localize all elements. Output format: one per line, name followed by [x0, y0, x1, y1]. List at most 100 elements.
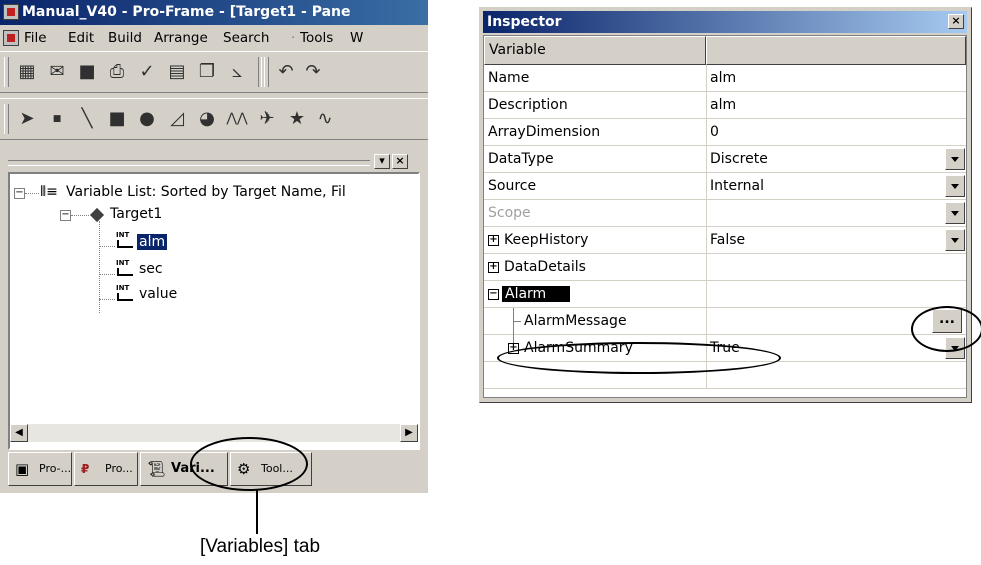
- keephistory-dropdown-button[interactable]: [945, 229, 965, 251]
- print-icon[interactable]: ⎙: [106, 61, 128, 83]
- open-icon[interactable]: ✉: [46, 61, 68, 83]
- property-row-alarmmessage[interactable]: AlarmMessage ...: [484, 308, 966, 335]
- expand-icon[interactable]: +: [488, 235, 499, 246]
- tree-variable-alm[interactable]: alm: [137, 234, 168, 250]
- scroll-right-button[interactable]: ▶: [400, 424, 418, 442]
- target-collapse-toggle[interactable]: −: [60, 210, 71, 221]
- toolbar-separator: [258, 57, 262, 87]
- toolbar-grip-3[interactable]: [4, 104, 9, 134]
- check-icon[interactable]: ✓: [136, 61, 158, 83]
- tree-target-label[interactable]: Target1: [110, 206, 162, 222]
- menu-arrange[interactable]: Arrange: [154, 30, 208, 46]
- property-row-keephistory[interactable]: + KeepHistory False: [484, 227, 966, 254]
- system-menu-icon[interactable]: [3, 30, 19, 46]
- redo-icon[interactable]: ↷: [302, 61, 324, 83]
- pane-header: ▾ ×: [8, 152, 420, 172]
- int-variable-icon: INT: [116, 285, 134, 301]
- build-icon[interactable]: ▦: [16, 61, 38, 83]
- polygon-icon[interactable]: ◿: [166, 108, 188, 130]
- property-row-alarm[interactable]: − Alarm: [484, 281, 966, 308]
- property-name: KeepHistory: [504, 232, 589, 248]
- line-icon[interactable]: ╲: [76, 108, 98, 130]
- property-grid[interactable]: Variable Name alm Description alm ArrayD…: [483, 35, 967, 398]
- property-name: Name: [488, 70, 530, 86]
- menu-build[interactable]: Build: [108, 30, 142, 46]
- property-row-datadetails[interactable]: + DataDetails: [484, 254, 966, 281]
- pointer-icon[interactable]: ➤: [16, 108, 38, 130]
- property-value[interactable]: alm: [710, 70, 736, 86]
- root-collapse-toggle[interactable]: −: [14, 188, 25, 199]
- tab-proframe[interactable]: ₽ Pro...: [74, 452, 138, 486]
- variable-tree[interactable]: − ⦀≡ Variable List: Sorted by Target Nam…: [8, 172, 420, 450]
- copy-icon[interactable]: ❐: [196, 61, 218, 83]
- point-icon[interactable]: ■: [46, 108, 68, 130]
- project-icon: ▣: [15, 460, 30, 478]
- chart-icon[interactable]: ⦣: [226, 61, 248, 83]
- undo-icon[interactable]: ↶: [275, 61, 297, 83]
- property-value[interactable]: 0: [710, 124, 719, 140]
- variable-list-icon: ⦀≡: [40, 184, 58, 200]
- polyline-icon[interactable]: ⋀⋀: [226, 108, 248, 130]
- tree-root-label[interactable]: Variable List: Sorted by Target Name, Fi…: [66, 184, 346, 200]
- scope-dropdown-button[interactable]: [945, 202, 965, 224]
- standard-toolbar: ▦ ✉ ■ ⎙ ✓ ▤ ❐ ⦣ ↶ ↷: [0, 51, 428, 93]
- pane-close-button[interactable]: ×: [392, 154, 408, 169]
- star-icon[interactable]: ★: [286, 108, 308, 130]
- property-value[interactable]: alm: [710, 97, 736, 113]
- window-title: Manual_V40 - Pro-Frame - [Target1 - Pane: [22, 4, 351, 20]
- title-bar[interactable]: Manual_V40 - Pro-Frame - [Target1 - Pane: [0, 0, 428, 25]
- tree-connector: [25, 193, 39, 194]
- property-row-scope[interactable]: Scope: [484, 200, 966, 227]
- menu-search[interactable]: Search: [223, 30, 269, 46]
- close-icon[interactable]: ×: [948, 14, 964, 29]
- datatype-dropdown-button[interactable]: [945, 148, 965, 170]
- menu-window[interactable]: W: [350, 30, 363, 46]
- menu-file[interactable]: File: [24, 30, 47, 46]
- tree-variable-sec[interactable]: sec: [139, 261, 163, 277]
- column-divider: [706, 281, 707, 308]
- source-dropdown-button[interactable]: [945, 175, 965, 197]
- property-name: Source: [488, 178, 537, 194]
- tab-project[interactable]: ▣ Pro-...: [8, 452, 72, 486]
- proframe-icon: ₽: [81, 462, 90, 476]
- ellipse-icon[interactable]: ●: [136, 108, 158, 130]
- scroll-left-button[interactable]: ◀: [10, 424, 28, 442]
- pane-grip[interactable]: [8, 160, 370, 166]
- property-row-arraydimension[interactable]: ArrayDimension 0: [484, 119, 966, 146]
- horizontal-scrollbar[interactable]: ◀ ▶: [10, 424, 418, 442]
- inspector-title: Inspector: [487, 14, 562, 30]
- column-divider: [706, 227, 707, 254]
- property-value[interactable]: False: [710, 232, 745, 248]
- ide-window: Manual_V40 - Pro-Frame - [Target1 - Pane…: [0, 0, 428, 493]
- property-row-name[interactable]: Name alm: [484, 65, 966, 92]
- expand-icon[interactable]: +: [488, 262, 499, 273]
- property-value[interactable]: Internal: [710, 178, 764, 194]
- menu-edit[interactable]: Edit: [68, 30, 94, 46]
- property-name: Description: [488, 97, 568, 113]
- header-value[interactable]: [706, 36, 966, 65]
- pie-icon[interactable]: ◕: [196, 108, 218, 130]
- calendar-icon[interactable]: ▤: [166, 61, 188, 83]
- freehand-icon[interactable]: ✈: [256, 108, 278, 130]
- tree-connector: [71, 215, 89, 216]
- collapse-icon[interactable]: −: [488, 289, 499, 300]
- save-icon[interactable]: ■: [76, 61, 98, 83]
- tree-connector: [99, 299, 115, 300]
- toolbar-grip[interactable]: [4, 57, 9, 87]
- column-divider: [706, 92, 707, 119]
- property-row-datatype[interactable]: DataType Discrete: [484, 146, 966, 173]
- tree-connector: [99, 274, 115, 275]
- property-value[interactable]: Discrete: [710, 151, 768, 167]
- ellipsis-button-highlight: [911, 306, 981, 352]
- inspector-title-bar[interactable]: Inspector ×: [483, 11, 967, 33]
- pane-dropdown-button[interactable]: ▾: [374, 154, 390, 169]
- property-name: DataDetails: [504, 259, 586, 275]
- property-row-source[interactable]: Source Internal: [484, 173, 966, 200]
- header-variable[interactable]: Variable: [484, 36, 706, 65]
- bezier-icon[interactable]: ∿: [314, 108, 336, 130]
- rectangle-icon[interactable]: ■: [106, 108, 128, 130]
- menu-tools[interactable]: Tools: [300, 30, 333, 46]
- tree-variable-value[interactable]: value: [139, 286, 177, 302]
- toolbar-grip-2[interactable]: [264, 57, 269, 87]
- property-row-description[interactable]: Description alm: [484, 92, 966, 119]
